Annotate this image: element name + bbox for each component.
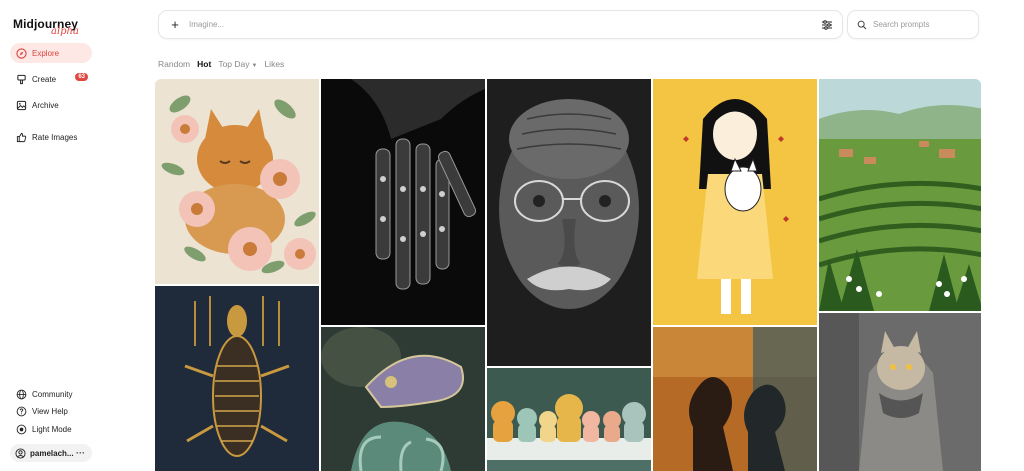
sort-tabs: Random Hot Top Day ▼ Likes: [158, 59, 284, 69]
community-label: Community: [32, 389, 73, 399]
create-count-badge: 63: [75, 73, 88, 81]
light-mode-label: Light Mode: [32, 424, 72, 434]
gallery-image-girl-cat[interactable]: [653, 79, 817, 325]
logo[interactable]: Midjourney alpha: [13, 15, 79, 37]
gallery-image-cat-coat[interactable]: [819, 313, 981, 471]
search-prompts[interactable]: Search prompts: [847, 10, 979, 39]
sidebar-item-explore[interactable]: Explore: [10, 43, 92, 63]
plus-icon[interactable]: +: [169, 17, 181, 32]
search-input[interactable]: Search prompts: [873, 20, 929, 29]
sidebar-item-create[interactable]: Create 63: [10, 69, 92, 89]
light-mode-toggle[interactable]: Light Mode: [10, 421, 100, 437]
user-icon: [14, 447, 26, 459]
user-menu[interactable]: pamelach... ···: [10, 444, 92, 462]
sidebar-item-label: Explore: [32, 48, 60, 58]
help-icon: [14, 404, 28, 418]
globe-icon: [14, 387, 28, 401]
community-link[interactable]: Community: [10, 386, 100, 402]
gallery-image-figurines[interactable]: [487, 368, 651, 471]
sidebar-item-rate-images[interactable]: Rate Images: [10, 127, 92, 147]
sidebar: Midjourney alpha Explore Create 63 Archi…: [0, 0, 150, 471]
sidebar-item-label: Archive: [32, 100, 59, 110]
image-icon: [14, 98, 28, 112]
more-icon[interactable]: ···: [76, 448, 85, 458]
gallery-image-vineyard[interactable]: [819, 79, 981, 311]
thumbs-up-icon: [14, 130, 28, 144]
sun-icon: [14, 422, 28, 436]
gallery-image-silhouettes[interactable]: [653, 327, 817, 471]
image-gallery: [155, 79, 981, 471]
sidebar-item-label: Create: [32, 74, 57, 84]
settings-sliders-icon[interactable]: [820, 18, 834, 32]
gallery-image-ornate-lizard[interactable]: [155, 286, 319, 471]
tab-top-day-label: Top Day: [218, 59, 250, 69]
imagine-input[interactable]: Imagine...: [189, 20, 224, 29]
tab-random[interactable]: Random: [158, 59, 190, 69]
brush-icon: [14, 72, 28, 86]
tab-likes[interactable]: Likes: [264, 59, 284, 69]
gallery-image-cat-daisies[interactable]: [155, 79, 319, 284]
gallery-image-chameleon[interactable]: [321, 327, 485, 471]
compass-icon: [14, 46, 28, 60]
tab-hot[interactable]: Hot: [197, 59, 211, 69]
sidebar-item-archive[interactable]: Archive: [10, 95, 92, 115]
chevron-down-icon: ▼: [251, 63, 258, 69]
view-help-link[interactable]: View Help: [10, 403, 100, 419]
logo-sub: alpha: [51, 26, 79, 37]
gallery-image-robotic-hand[interactable]: [321, 79, 485, 325]
search-icon: [856, 19, 868, 31]
sidebar-item-label: Rate Images: [32, 132, 78, 142]
tab-top-day[interactable]: Top Day ▼: [218, 59, 257, 69]
user-name: pamelach...: [30, 448, 74, 458]
imagine-bar[interactable]: + Imagine...: [158, 10, 843, 39]
view-help-label: View Help: [32, 406, 68, 416]
gallery-image-elderly-man[interactable]: [487, 79, 651, 366]
